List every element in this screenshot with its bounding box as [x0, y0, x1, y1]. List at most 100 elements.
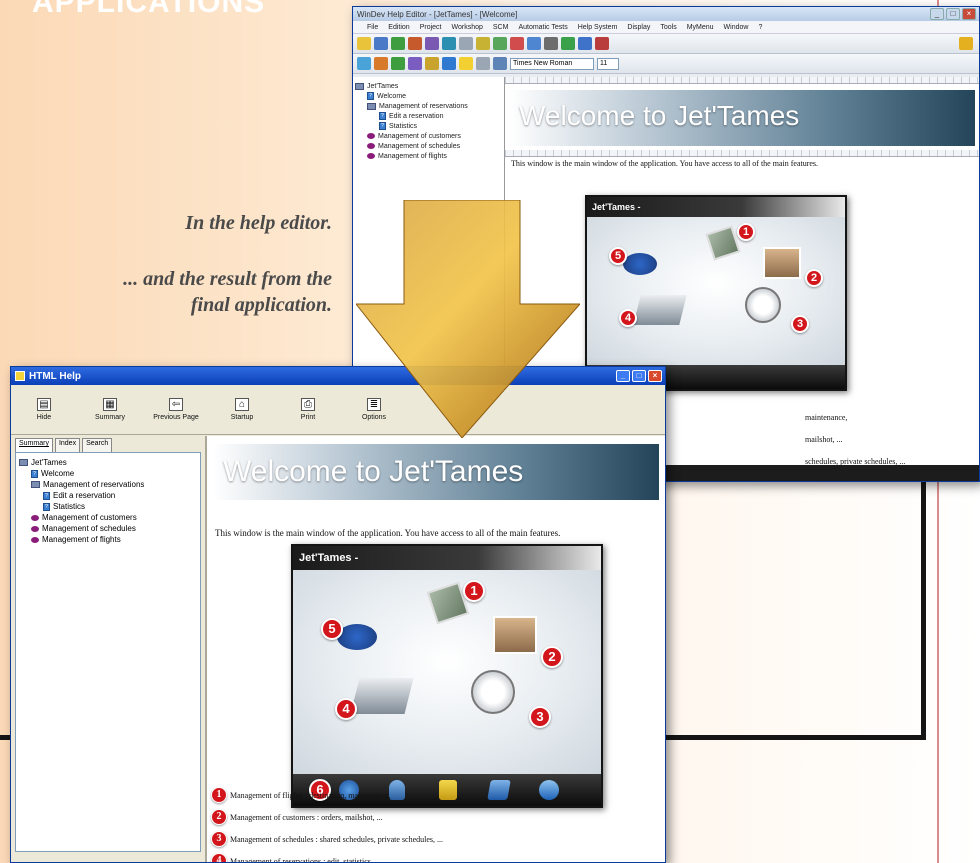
- menu-item[interactable]: Tools: [660, 24, 676, 31]
- link-icon[interactable]: [442, 57, 456, 70]
- go-icon[interactable]: [561, 37, 575, 50]
- tab-index[interactable]: Index: [54, 438, 81, 452]
- chart-icon[interactable]: [487, 780, 511, 800]
- menu-item[interactable]: Display: [627, 24, 650, 31]
- tree-item-label: Statistics: [389, 122, 418, 130]
- toolbar-button[interactable]: ▦ Summary: [77, 385, 143, 434]
- font-size-select[interactable]: 11: [597, 57, 619, 70]
- window-icon[interactable]: [425, 37, 439, 50]
- tree-item-label: Jet'Tames: [31, 458, 67, 467]
- minimize-icon[interactable]: _: [930, 8, 944, 20]
- tree-item[interactable]: Management of customers: [355, 131, 502, 141]
- record-icon[interactable]: [595, 37, 609, 50]
- paint-icon[interactable]: [374, 57, 388, 70]
- toolbar-button[interactable]: ⎙ Print: [275, 385, 341, 434]
- tree-item[interactable]: ? Welcome: [19, 468, 197, 479]
- table-icon[interactable]: [425, 57, 439, 70]
- open-icon[interactable]: [374, 37, 388, 50]
- tree-item[interactable]: Management of reservations: [19, 479, 197, 490]
- minimize-icon[interactable]: _: [616, 370, 630, 382]
- help-tree: Jet'Tames? Welcome Management of reservati…: [15, 452, 201, 852]
- code-icon[interactable]: [459, 37, 473, 50]
- menu-item[interactable]: Help System: [578, 24, 618, 31]
- maximize-icon[interactable]: □: [632, 370, 646, 382]
- tree-item[interactable]: Jet'Tames: [355, 81, 502, 91]
- tree-item[interactable]: Jet'Tames: [19, 457, 197, 468]
- editor-titlebar: WinDev Help Editor - [JetTames] - [Welco…: [353, 7, 979, 21]
- editor-window-buttons: _ □ ×: [930, 8, 979, 20]
- config-icon[interactable]: [544, 37, 558, 50]
- indent-icon[interactable]: [493, 57, 507, 70]
- debug-icon[interactable]: [527, 37, 541, 50]
- tree-item[interactable]: Management of flights: [355, 151, 502, 161]
- toolbar-button[interactable]: ▤ Hide: [11, 385, 77, 434]
- menu-item[interactable]: Workshop: [451, 24, 482, 31]
- new-icon[interactable]: [357, 37, 371, 50]
- tree-item[interactable]: ? Statistics: [355, 121, 502, 131]
- tree-item[interactable]: ? Statistics: [19, 501, 197, 512]
- bullet-icon[interactable]: [476, 57, 490, 70]
- tree-item-label: Management of reservations: [379, 102, 468, 110]
- maximize-icon[interactable]: □: [946, 8, 960, 20]
- menu-item[interactable]: Automatic Tests: [518, 24, 567, 31]
- badge-3: 3: [529, 706, 551, 728]
- font-select[interactable]: Times New Roman: [510, 57, 594, 70]
- tab-summary[interactable]: Summary: [15, 438, 53, 452]
- help-icon[interactable]: [539, 780, 559, 800]
- tree-item[interactable]: Management of schedules: [19, 523, 197, 534]
- page-icon: ?: [43, 491, 50, 500]
- tree-item[interactable]: Management of reservations: [355, 101, 502, 111]
- tree-item[interactable]: Management of schedules: [355, 141, 502, 151]
- caption-result: ... and the result from the final applic…: [32, 266, 332, 318]
- image-icon[interactable]: [408, 57, 422, 70]
- tree-item[interactable]: ? Welcome: [355, 91, 502, 101]
- help-icon[interactable]: [959, 37, 973, 50]
- toolbar-button-label: Hide: [36, 414, 52, 421]
- test-icon[interactable]: [578, 37, 592, 50]
- feature-number-badge: 1: [211, 787, 227, 803]
- toolbar-button[interactable]: ⌂ Startup: [209, 385, 275, 434]
- align-icon[interactable]: [357, 57, 371, 70]
- stop-icon[interactable]: [510, 37, 524, 50]
- menu-item[interactable]: Window: [724, 24, 749, 31]
- help-app-title: Jet'Tames -: [293, 546, 601, 570]
- tree-item[interactable]: Management of customers: [19, 512, 197, 523]
- help-window-buttons: _ □ ×: [616, 370, 665, 382]
- diamond-icon: [31, 536, 39, 543]
- save-icon[interactable]: [391, 37, 405, 50]
- menu-item[interactable]: Project: [420, 24, 442, 31]
- close-icon[interactable]: ×: [962, 8, 976, 20]
- editor-banner: Welcome to Jet'Tames: [509, 90, 975, 146]
- toolbar-button[interactable]: ⇦ Previous Page: [143, 385, 209, 434]
- feature-number-badge: 4: [211, 853, 227, 862]
- menu-item[interactable]: File: [367, 24, 378, 31]
- run-icon[interactable]: [493, 37, 507, 50]
- tree-item[interactable]: Management of flights: [19, 534, 197, 545]
- project-icon[interactable]: [408, 37, 422, 50]
- feature-text: Management of customers : orders, mailsh…: [230, 812, 383, 822]
- tab-search[interactable]: Search: [82, 438, 113, 452]
- feature-item: 2 Management of customers : orders, mails…: [211, 806, 443, 828]
- clock-icon: [471, 670, 515, 714]
- feature-number-badge: 2: [211, 809, 227, 825]
- diamond-icon: [367, 133, 375, 139]
- page-icon: ?: [367, 92, 374, 100]
- grid-icon[interactable]: [391, 57, 405, 70]
- down-arrow-icon: [356, 200, 580, 438]
- highlight-icon[interactable]: [459, 57, 473, 70]
- menu-item[interactable]: Edition: [388, 24, 409, 31]
- tree-item[interactable]: ? Edit a reservation: [19, 490, 197, 501]
- tree-item[interactable]: ? Edit a reservation: [355, 111, 502, 121]
- menu-item[interactable]: ?: [758, 24, 762, 31]
- close-icon[interactable]: ×: [648, 370, 662, 382]
- report-icon[interactable]: [442, 37, 456, 50]
- feature-text: Management of schedules : shared schedul…: [230, 834, 444, 844]
- badge-3: 3: [791, 315, 809, 333]
- menu-item[interactable]: SCM: [493, 24, 509, 31]
- menu-item[interactable]: MyMenu: [687, 24, 714, 31]
- book-icon: [19, 459, 28, 466]
- diamond-icon: [31, 525, 39, 532]
- tree-item-label: Welcome: [41, 469, 75, 478]
- toolbar-button-label: Startup: [230, 414, 254, 421]
- query-icon[interactable]: [476, 37, 490, 50]
